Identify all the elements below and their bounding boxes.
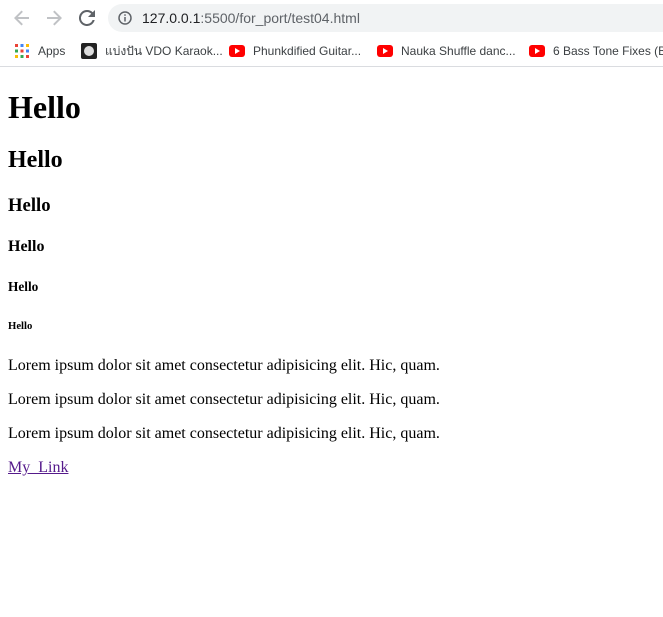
bookmarks-bar: Apps แบ่งปัน VDO Karaok... Phunkdified G…	[0, 36, 663, 67]
apps-grid-icon	[15, 44, 29, 58]
heading-4: Hello	[8, 238, 45, 255]
url-path: :5500/for_port/test04.html	[200, 10, 360, 26]
bookmark-label: Nauka Shuffle danc...	[401, 44, 516, 58]
heading-1: Hello	[8, 89, 81, 125]
paragraph: Lorem ipsum dolor sit amet consectetur a…	[8, 391, 440, 408]
bookmark-karaoke[interactable]: แบ่งปัน VDO Karaok...	[81, 41, 223, 61]
heading-6: Hello	[8, 320, 33, 332]
reload-icon	[79, 10, 95, 26]
url-text: 127.0.0.1:5500/for_port/test04.html	[142, 10, 360, 26]
bookmark-label: 6 Bass Tone Fixes (B...	[553, 44, 663, 58]
heading-5: Hello	[8, 279, 39, 294]
bookmark-label: Phunkdified Guitar...	[253, 44, 362, 58]
heading-2: Hello	[8, 147, 63, 173]
browser-toolbar: 127.0.0.1:5500/for_port/test04.html	[0, 0, 663, 36]
heading-3: Hello	[8, 195, 51, 216]
bookmark-label: แบ่งปัน VDO Karaok...	[105, 43, 223, 58]
bookmark-bass-tone[interactable]: 6 Bass Tone Fixes (B...	[529, 41, 663, 61]
forward-button[interactable]	[42, 6, 66, 30]
bookmark-label: Apps	[38, 44, 66, 58]
bookmark-apps[interactable]: Apps	[14, 41, 65, 61]
info-icon[interactable]	[118, 11, 132, 25]
arrow-right-icon	[47, 10, 62, 26]
arrow-left-icon	[14, 10, 29, 26]
url-host: 127.0.0.1	[142, 10, 201, 26]
karaoke-favicon-icon	[81, 43, 97, 59]
bookmark-phunkdified[interactable]: Phunkdified Guitar...	[229, 41, 361, 61]
paragraph: Lorem ipsum dolor sit amet consectetur a…	[8, 357, 440, 374]
my-link[interactable]: My_Link	[8, 459, 68, 477]
back-button[interactable]	[10, 6, 34, 30]
address-bar[interactable]: 127.0.0.1:5500/for_port/test04.html	[108, 4, 663, 32]
reload-button[interactable]	[75, 6, 99, 30]
youtube-icon	[229, 45, 245, 57]
youtube-icon	[377, 45, 393, 57]
paragraph: Lorem ipsum dolor sit amet consectetur a…	[8, 425, 440, 442]
youtube-icon	[529, 45, 545, 57]
bookmark-nauka[interactable]: Nauka Shuffle danc...	[377, 41, 516, 61]
